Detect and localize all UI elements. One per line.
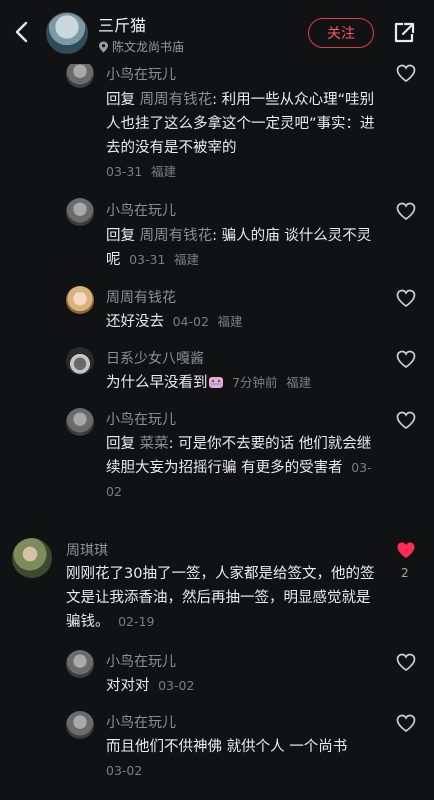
back-icon[interactable] bbox=[12, 20, 32, 44]
comment-date: 03-02 bbox=[106, 763, 143, 778]
heart-icon[interactable] bbox=[396, 202, 416, 220]
avatar[interactable] bbox=[66, 60, 94, 88]
reply-text: 为什么早没看到 7分钟前 福建 bbox=[106, 371, 396, 395]
avatar[interactable] bbox=[66, 286, 94, 314]
comment-region: 福建 bbox=[150, 164, 176, 179]
comment-date: 7分钟前 bbox=[232, 375, 278, 390]
comment-region: 福建 bbox=[217, 314, 243, 329]
comment-date: 02-19 bbox=[118, 614, 155, 629]
heart-icon[interactable] bbox=[396, 350, 416, 368]
reply-word: 回复 bbox=[106, 92, 135, 108]
top-bar: 三斤猫 陈文龙尚书庙 关注 bbox=[0, 0, 434, 64]
reply-text: 对对对 03-02 bbox=[106, 674, 376, 698]
location-tag[interactable]: 陈文龙尚书庙 bbox=[98, 38, 184, 55]
comment-body: 刚刚花了30抽了一签，人家都是给签文，他的签文是让我添香油，然后再抽一签，明显感… bbox=[66, 566, 375, 630]
heart-icon[interactable] bbox=[396, 64, 416, 82]
heart-icon[interactable] bbox=[396, 411, 416, 429]
reply-text: 回复 菜菜: 可是你不去要的话 他们就会继续胆大妄为招摇行骗 有更多的受害者 0… bbox=[106, 432, 376, 504]
like-count: 2 bbox=[401, 566, 409, 580]
author-avatar[interactable] bbox=[46, 12, 88, 54]
comment-region: 福建 bbox=[286, 375, 312, 390]
reply-text: 还好没去 04-02 福建 bbox=[106, 310, 376, 334]
location-text: 陈文龙尚书庙 bbox=[112, 40, 185, 54]
reply-text: 而且他们不供神佛 就供个人 一个尚书 03-02 bbox=[106, 735, 396, 783]
avatar[interactable] bbox=[12, 538, 52, 578]
avatar[interactable] bbox=[66, 650, 94, 678]
avatar[interactable] bbox=[66, 711, 94, 739]
follow-button[interactable]: 关注 bbox=[308, 18, 374, 48]
commenter-name[interactable]: 小鸟在玩儿 bbox=[106, 409, 176, 429]
reply-to-name[interactable]: 周周有钱花 bbox=[140, 92, 213, 108]
location-icon bbox=[99, 41, 108, 52]
avatar[interactable] bbox=[66, 408, 94, 436]
crying-emoji-icon bbox=[208, 377, 223, 388]
comment-body: 对对对 bbox=[106, 678, 150, 694]
commenter-name[interactable]: 周琪琪 bbox=[66, 540, 108, 560]
commenter-name[interactable]: 小鸟在玩儿 bbox=[106, 64, 176, 84]
comment-date: 04-02 bbox=[172, 314, 209, 329]
comment-body: 为什么早没看到 bbox=[106, 375, 208, 391]
reply-word: 回复 bbox=[106, 436, 135, 452]
commenter-name[interactable]: 周周有钱花 bbox=[106, 287, 176, 307]
reply-text: 回复 周周有钱花: 骗人的庙 谈什么灵不灵呢 03-31 福建 bbox=[106, 224, 376, 272]
reply-to-name[interactable]: 周周有钱花 bbox=[140, 228, 213, 244]
heart-icon[interactable] bbox=[396, 653, 416, 671]
comment-date: 03-31 bbox=[106, 164, 143, 179]
author-name[interactable]: 三斤猫 bbox=[98, 12, 146, 36]
heart-icon[interactable] bbox=[396, 289, 416, 307]
comment-region: 福建 bbox=[174, 252, 200, 267]
comment-body: 而且他们不供神佛 就供个人 一个尚书 bbox=[106, 739, 348, 755]
comment-date: 03-02 bbox=[158, 678, 195, 693]
reply-text: 回复 周周有钱花: 利用一些从众心理“哇别人也挂了这么多拿这个一定灵吧”事实：进… bbox=[106, 88, 376, 184]
avatar[interactable] bbox=[66, 198, 94, 226]
share-icon[interactable] bbox=[392, 21, 416, 45]
commenter-name[interactable]: 小鸟在玩儿 bbox=[106, 651, 176, 671]
commenter-name[interactable]: 小鸟在玩儿 bbox=[106, 200, 176, 220]
heart-icon[interactable] bbox=[396, 714, 416, 732]
avatar[interactable] bbox=[66, 347, 94, 375]
commenter-name[interactable]: 小鸟在玩儿 bbox=[106, 712, 176, 732]
comment-date: 03-31 bbox=[129, 252, 166, 267]
comment-body: 还好没去 bbox=[106, 314, 164, 330]
commenter-name[interactable]: 日系少女八嘎酱 bbox=[106, 348, 204, 368]
reply-to-name[interactable]: 菜菜 bbox=[140, 436, 169, 452]
comment-text: 刚刚花了30抽了一签，人家都是给签文，他的签文是让我添香油，然后再抽一签，明显感… bbox=[66, 562, 384, 634]
reply-word: 回复 bbox=[106, 228, 135, 244]
heart-icon-liked[interactable] bbox=[396, 541, 416, 559]
